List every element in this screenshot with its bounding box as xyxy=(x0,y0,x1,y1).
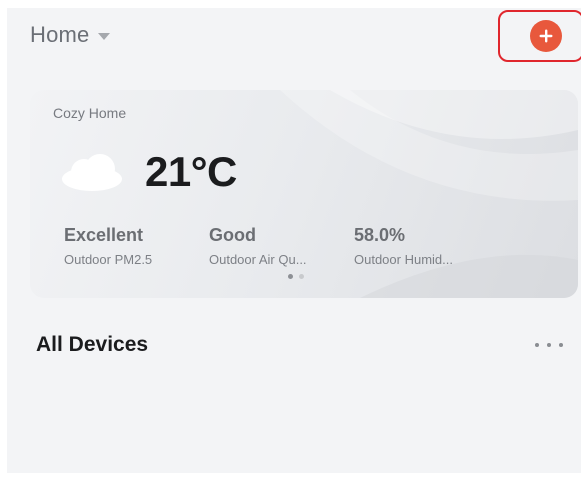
more-options-button[interactable] xyxy=(535,338,563,352)
caret-down-icon xyxy=(97,32,110,40)
metric-label: Outdoor Humid... xyxy=(354,252,453,267)
home-selector-dropdown[interactable]: Home xyxy=(30,22,110,48)
metric-pm25: Excellent Outdoor PM2.5 xyxy=(64,225,152,267)
metric-label: Outdoor PM2.5 xyxy=(64,252,153,267)
top-bar: Home xyxy=(7,8,581,68)
weather-card[interactable]: Cozy Home 21°C Excellent Outdoor PM2.5 G… xyxy=(30,90,578,298)
pager-dot[interactable] xyxy=(299,274,304,279)
cloud-icon xyxy=(62,154,122,191)
add-device-button[interactable] xyxy=(530,20,562,52)
more-dot xyxy=(559,343,563,347)
plus-icon xyxy=(539,29,553,43)
home-name: Cozy Home xyxy=(53,105,127,121)
app-screen: Home Cozy Home 21°C Excellent Outdoor PM… xyxy=(7,8,581,473)
all-devices-title: All Devices xyxy=(36,333,149,356)
card-pager[interactable] xyxy=(288,274,304,279)
home-selector-label: Home xyxy=(30,22,90,47)
pager-dot-active[interactable] xyxy=(288,274,293,279)
metric-value: 58.0% xyxy=(354,225,406,245)
metric-air-quality: Good Outdoor Air Qu... xyxy=(209,225,307,267)
temperature-value: 21°C xyxy=(145,148,237,195)
metric-humidity: 58.0% Outdoor Humid... xyxy=(354,225,453,267)
metric-value: Excellent xyxy=(64,225,144,245)
more-dot xyxy=(547,343,551,347)
metric-label: Outdoor Air Qu... xyxy=(209,252,307,267)
metric-value: Good xyxy=(209,225,256,245)
more-horizontal-icon xyxy=(535,343,539,347)
